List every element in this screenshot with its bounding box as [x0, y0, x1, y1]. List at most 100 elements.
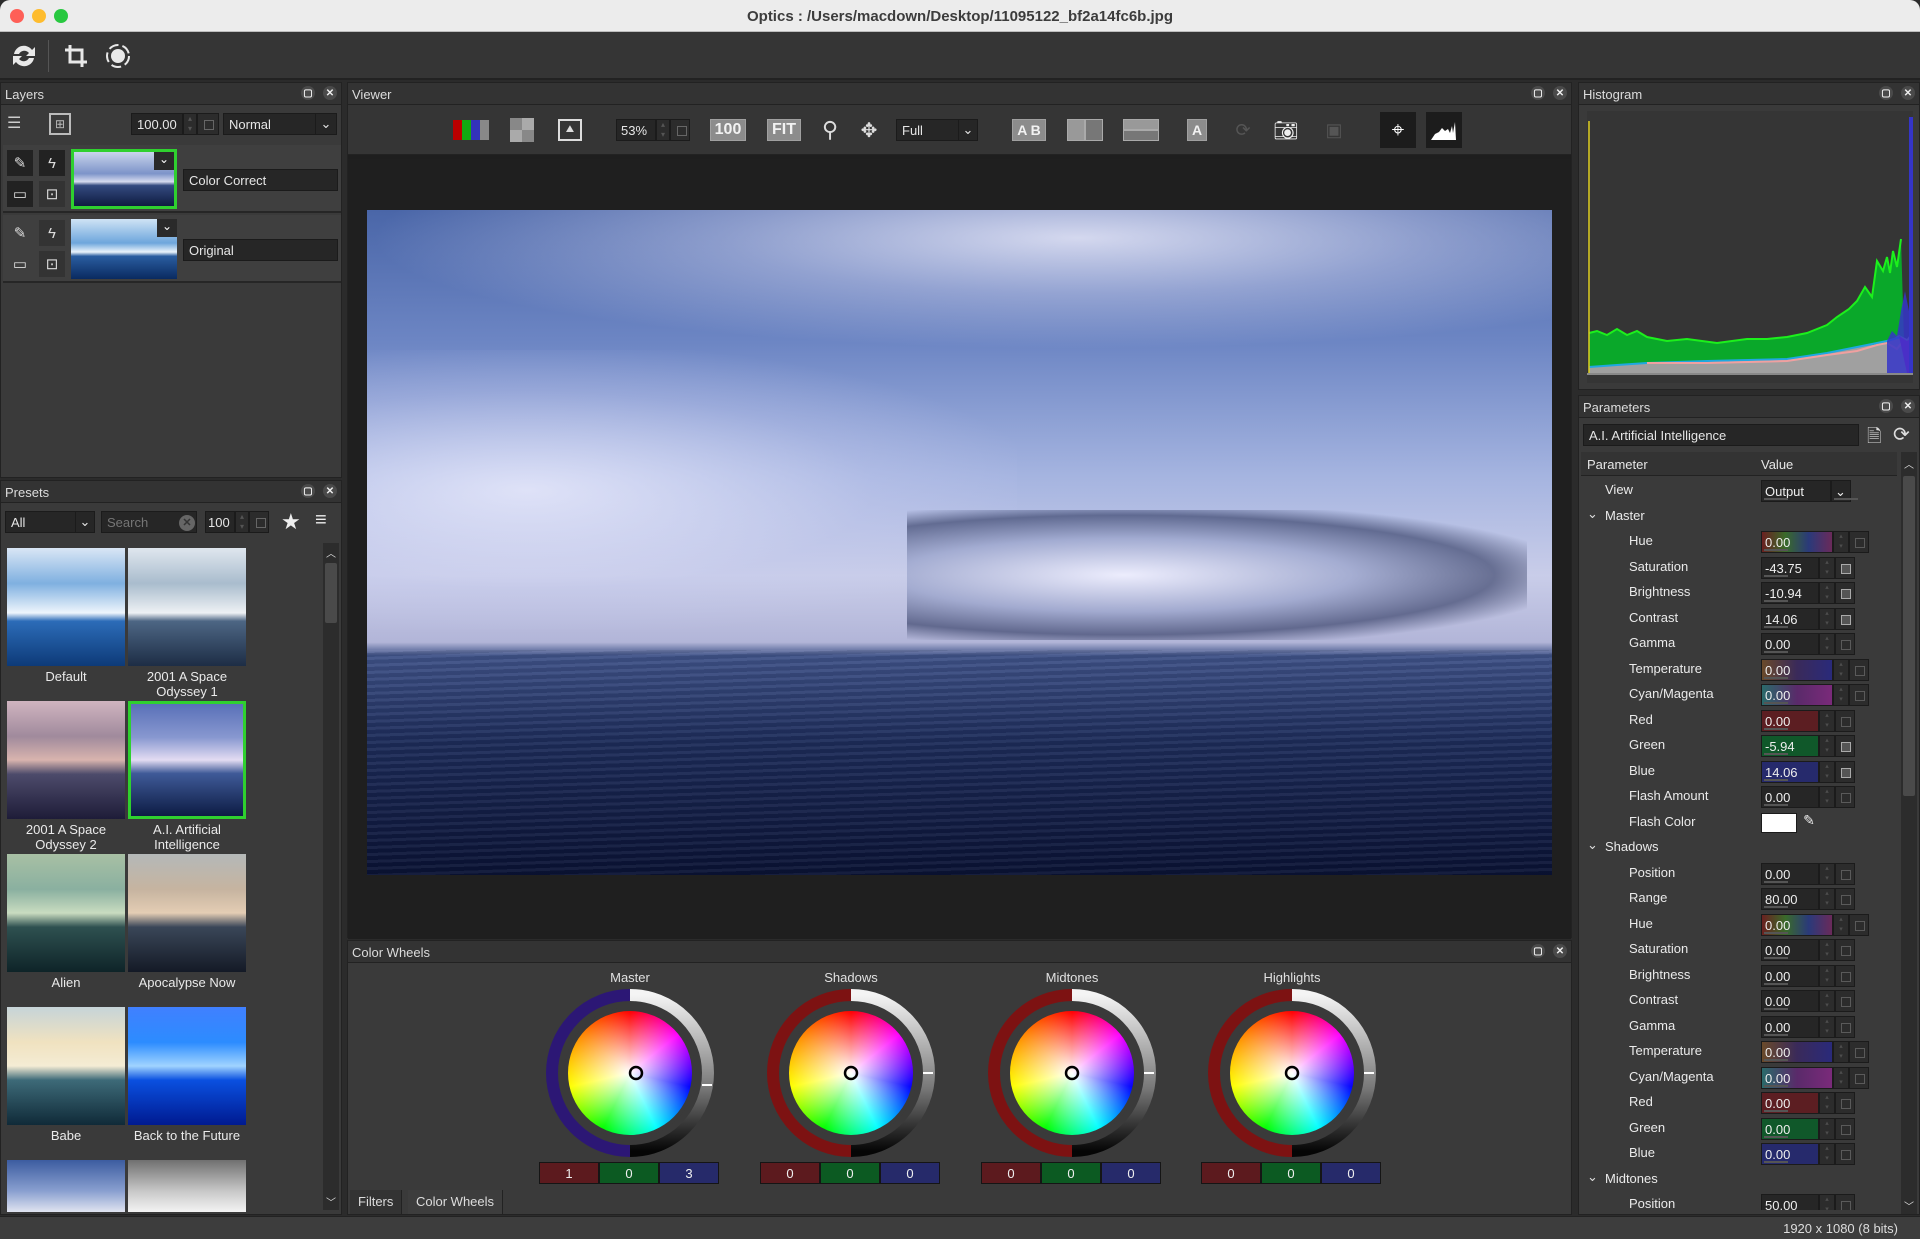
param-value-field[interactable]: 50.00 [1761, 1194, 1819, 1210]
param-stepper[interactable]: ▴ ▾ [1833, 684, 1849, 706]
param-reset-button[interactable] [1835, 1117, 1855, 1140]
magnify-icon[interactable]: ⚲ [817, 116, 843, 144]
param-group-shadows[interactable]: Shadows ⌄ [1581, 835, 1897, 860]
wheel-b-field[interactable]: 0 [880, 1162, 940, 1184]
layer-flash-icon[interactable]: ϟ [39, 150, 65, 176]
document-icon[interactable]: 🗎︎ [1867, 424, 1881, 454]
param-reset-button[interactable] [1835, 964, 1855, 987]
checkerboard-icon[interactable] [508, 116, 536, 144]
blend-mode-chevron-icon[interactable]: ⌄ [315, 113, 337, 135]
layer-fit-icon[interactable]: ⊡ [39, 181, 65, 207]
param-value-field[interactable]: -43.75 [1761, 556, 1819, 579]
wheel-graphic[interactable] [1202, 989, 1382, 1159]
param-value-field[interactable]: 14.06 [1761, 760, 1819, 783]
layer-edit-icon[interactable]: ✎ [7, 220, 33, 246]
preset-item[interactable]: Alien [7, 854, 125, 990]
layer-visible-icon[interactable]: ▭ [7, 181, 33, 207]
zoom-100-button[interactable]: 100 [708, 116, 748, 144]
param-value-field[interactable]: 0.00 [1761, 939, 1819, 961]
param-stepper[interactable]: ▴ ▾ [1819, 964, 1835, 987]
param-stepper[interactable]: ▴ ▾ [1819, 990, 1835, 1012]
param-value-field[interactable]: -10.94 [1761, 582, 1819, 604]
layer-row-original[interactable]: ✎ ϟ ▭ ⊡ ⌄ Original [3, 215, 341, 283]
float-panel-icon[interactable]: ▢ [1531, 944, 1545, 958]
param-stepper[interactable]: ▴ ▾ [1819, 582, 1835, 604]
param-stepper[interactable]: ▴ ▾ [1833, 658, 1849, 681]
param-value-field[interactable]: 0.00 [1761, 633, 1819, 655]
presets-scroll-thumb[interactable] [325, 563, 337, 623]
scroll-down-icon[interactable]: ﹀ [1903, 1198, 1915, 1213]
param-reset-button[interactable] [1835, 1015, 1855, 1038]
layer-name[interactable]: Original [183, 239, 338, 261]
param-value-field[interactable]: 0.00 [1761, 1015, 1819, 1038]
collapse-chevron-icon[interactable]: ⌄ [1587, 837, 1598, 853]
param-value-field[interactable]: 0.00 [1761, 1143, 1819, 1165]
param-value-field[interactable]: 0.00 [1761, 1066, 1833, 1089]
param-stepper[interactable]: ▴ ▾ [1833, 1066, 1849, 1089]
scroll-up-icon[interactable]: ︿ [325, 545, 337, 560]
param-group-midtones[interactable]: Midtones ⌄ [1581, 1167, 1897, 1192]
preset-name-field[interactable]: A.I. Artificial Intelligence [1583, 424, 1859, 446]
param-value-field[interactable]: 0.00 [1761, 658, 1833, 681]
crop-icon[interactable] [60, 40, 92, 72]
param-value-field[interactable]: 14.06 [1761, 607, 1819, 630]
wheel-graphic[interactable] [761, 989, 941, 1159]
param-reset-button[interactable] [1835, 939, 1855, 961]
quality-select[interactable]: Full [896, 119, 960, 141]
presets-scrollbar[interactable]: ︿ ﹀ [323, 543, 339, 1210]
histogram-toggle-icon[interactable] [1426, 112, 1462, 148]
wheel-g-field[interactable]: 0 [1041, 1162, 1101, 1184]
snapshot-camera-icon[interactable]: 📷︎ [1272, 116, 1300, 144]
param-stepper[interactable]: ▴ ▾ [1819, 709, 1835, 732]
param-value-field[interactable]: 0.00 [1761, 913, 1833, 936]
display-snapshot-icon[interactable]: ▣ [1320, 116, 1348, 144]
param-stepper[interactable]: ▴ ▾ [1819, 633, 1835, 655]
param-stepper[interactable]: ▴ ▾ [1819, 760, 1835, 783]
param-stepper[interactable]: ▴ ▾ [1819, 1015, 1835, 1038]
param-reset-button[interactable] [1835, 888, 1855, 910]
split-vertical-icon[interactable] [1066, 116, 1104, 144]
param-value-field[interactable]: 0.00 [1761, 1041, 1833, 1063]
param-value-field[interactable]: 0.00 [1761, 990, 1819, 1012]
param-reset-button[interactable] [1835, 735, 1855, 757]
close-panel-icon[interactable]: ✕ [1901, 399, 1915, 413]
wheel-r-field[interactable]: 0 [981, 1162, 1041, 1184]
scroll-down-icon[interactable]: ﹀ [325, 1194, 337, 1209]
param-stepper[interactable]: ▴ ▾ [1819, 735, 1835, 757]
preset-item[interactable]: Babe [7, 1007, 125, 1143]
param-stepper[interactable]: ▴ ▾ [1819, 1117, 1835, 1140]
float-panel-icon[interactable]: ▢ [1879, 399, 1893, 413]
param-reset-button[interactable] [1849, 1041, 1869, 1063]
transform-icon[interactable] [102, 40, 134, 72]
close-panel-icon[interactable]: ✕ [323, 484, 337, 498]
refresh-icon[interactable] [8, 40, 40, 72]
thumbnail-size-field[interactable]: 100 [205, 511, 235, 533]
wheel-b-field[interactable]: 3 [659, 1162, 719, 1184]
preset-thumbnail[interactable] [7, 1160, 125, 1212]
param-value-field[interactable]: 0.00 [1761, 862, 1819, 885]
favorites-star-icon[interactable]: ★ [281, 509, 301, 535]
reset-parameters-icon[interactable]: ⟳ [1893, 422, 1910, 447]
float-panel-icon[interactable]: ▢ [301, 484, 315, 498]
param-reset-button[interactable] [1835, 1143, 1855, 1165]
param-reset-button[interactable] [1835, 990, 1855, 1012]
layer-thumbnail[interactable]: ⌄ [71, 149, 177, 209]
close-panel-icon[interactable]: ✕ [1901, 86, 1915, 100]
preset-category-select[interactable]: All [5, 511, 77, 533]
blend-mode-select[interactable]: Normal [223, 113, 317, 135]
layer-opacity-field[interactable]: 100.00 [131, 113, 183, 135]
layer-name[interactable]: Color Correct [183, 169, 338, 191]
preset-item[interactable]: Default [7, 548, 125, 684]
layer-menu-chevron-icon[interactable]: ⌄ [154, 152, 174, 170]
param-value-field[interactable]: 0.00 [1761, 964, 1819, 987]
zoom-stepper[interactable]: ▴ ▾ [656, 119, 670, 141]
layer-thumbnail[interactable]: ⌄ [71, 219, 177, 279]
layer-fit-icon[interactable]: ⊞ [49, 113, 71, 135]
preset-item[interactable]: 2001 A Space Odyssey 1 [128, 548, 246, 699]
viewer-image[interactable] [367, 210, 1552, 875]
add-layer-icon[interactable]: ☰ [7, 113, 29, 135]
layer-edit-icon[interactable]: ✎ [7, 150, 33, 176]
param-stepper[interactable]: ▴ ▾ [1833, 913, 1849, 936]
preset-thumbnail[interactable] [128, 1007, 246, 1125]
param-stepper[interactable]: ▴ ▾ [1833, 531, 1849, 553]
